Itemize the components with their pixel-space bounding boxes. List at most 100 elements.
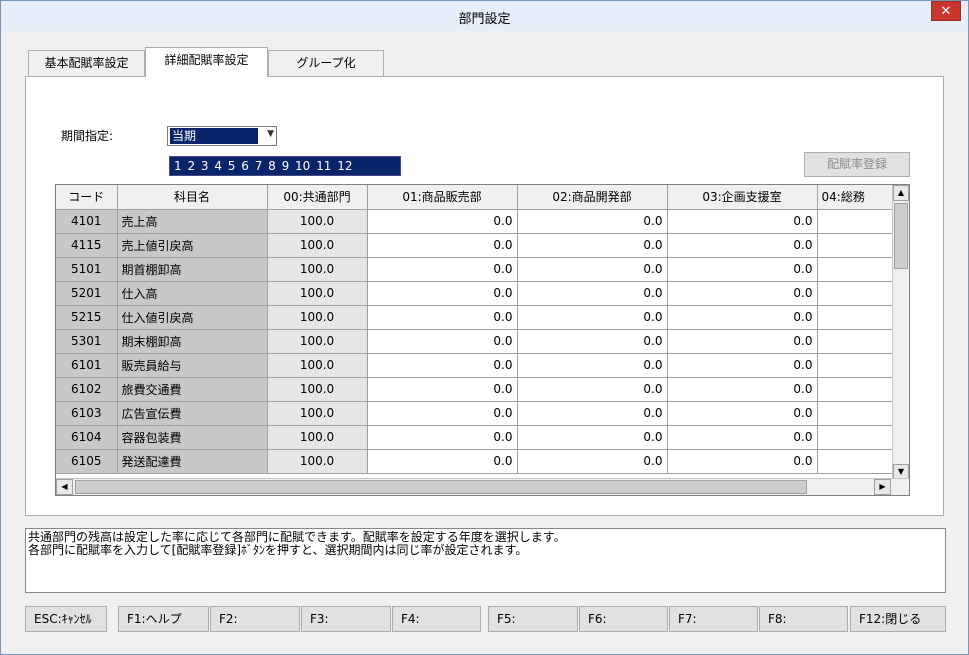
planning-dept-rate[interactable]: 0.0 [667, 209, 818, 234]
account-code: 6102 [56, 377, 118, 402]
common-dept-rate: 100.0 [267, 305, 368, 330]
f3-button[interactable]: F3: [301, 606, 391, 632]
dev-dept-rate[interactable]: 0.0 [517, 233, 668, 258]
account-code: 5201 [56, 281, 118, 306]
dev-dept-rate[interactable]: 0.0 [517, 449, 668, 474]
dev-dept-rate[interactable]: 0.0 [517, 425, 668, 450]
f12-close-button[interactable]: F12:閉じる [850, 606, 946, 632]
common-dept-rate: 100.0 [267, 257, 368, 282]
table-row: 6102 旅費交通費 100.0 0.0 0.0 0.0 [56, 377, 908, 402]
table-row: 4115 売上値引戻高 100.0 0.0 0.0 0.0 [56, 233, 908, 258]
common-dept-rate: 100.0 [267, 329, 368, 354]
planning-dept-rate[interactable]: 0.0 [667, 305, 818, 330]
planning-dept-rate[interactable]: 0.0 [667, 353, 818, 378]
account-code: 6101 [56, 353, 118, 378]
tab-basic-allocation[interactable]: 基本配賦率設定 [28, 50, 145, 76]
sales-dept-rate[interactable]: 0.0 [367, 425, 518, 450]
horizontal-scroll-thumb[interactable] [75, 480, 807, 494]
planning-dept-rate[interactable]: 0.0 [667, 281, 818, 306]
scroll-up-icon[interactable]: ▲ [893, 185, 909, 201]
account-name: 容器包装費 [117, 425, 268, 450]
account-code: 4101 [56, 209, 118, 234]
dev-dept-rate[interactable]: 0.0 [517, 353, 668, 378]
account-name: 売上値引戻高 [117, 233, 268, 258]
common-dept-rate: 100.0 [267, 401, 368, 426]
planning-dept-rate[interactable]: 0.0 [667, 377, 818, 402]
dev-dept-rate[interactable]: 0.0 [517, 305, 668, 330]
common-dept-rate: 100.0 [267, 353, 368, 378]
planning-dept-rate[interactable]: 0.0 [667, 233, 818, 258]
account-name: 販売員給与 [117, 353, 268, 378]
table-row: 6103 広告宣伝費 100.0 0.0 0.0 0.0 [56, 401, 908, 426]
table-row: 6104 容器包装費 100.0 0.0 0.0 0.0 [56, 425, 908, 450]
sales-dept-rate[interactable]: 0.0 [367, 209, 518, 234]
table-row: 5101 期首棚卸高 100.0 0.0 0.0 0.0 [56, 257, 908, 282]
month-selector[interactable]: 1 2 3 4 5 6 7 8 9 10 11 12 [169, 156, 401, 176]
common-dept-rate: 100.0 [267, 449, 368, 474]
table-row: 6105 発送配達費 100.0 0.0 0.0 0.0 [56, 449, 908, 474]
vertical-scroll-thumb[interactable] [894, 203, 908, 269]
sales-dept-rate[interactable]: 0.0 [367, 257, 518, 282]
planning-dept-rate[interactable]: 0.0 [667, 329, 818, 354]
table-row: 5201 仕入高 100.0 0.0 0.0 0.0 [56, 281, 908, 306]
scroll-right-icon[interactable]: ▶ [874, 479, 891, 495]
common-dept-rate: 100.0 [267, 425, 368, 450]
sales-dept-rate[interactable]: 0.0 [367, 377, 518, 402]
account-code: 6105 [56, 449, 118, 474]
planning-dept-rate[interactable]: 0.0 [667, 449, 818, 474]
account-name: 期末棚卸高 [117, 329, 268, 354]
f2-button[interactable]: F2: [210, 606, 300, 632]
grid-header-row: コード 科目名 00:共通部門 01:商品販売部 02:商品開発部 03:企画支… [56, 185, 908, 210]
dev-dept-rate[interactable]: 0.0 [517, 209, 668, 234]
dev-dept-rate[interactable]: 0.0 [517, 329, 668, 354]
sales-dept-rate[interactable]: 0.0 [367, 281, 518, 306]
scroll-left-icon[interactable]: ◀ [56, 479, 73, 495]
header-planning-dept: 03:企画支援室 [667, 185, 818, 210]
f7-button[interactable]: F7: [669, 606, 758, 632]
common-dept-rate: 100.0 [267, 281, 368, 306]
esc-cancel-button[interactable]: ESC:ｷｬﾝｾﾙ [25, 606, 107, 632]
f8-button[interactable]: F8: [759, 606, 848, 632]
sales-dept-rate[interactable]: 0.0 [367, 353, 518, 378]
close-button[interactable]: ✕ [931, 1, 961, 21]
horizontal-scrollbar[interactable]: ◀ ▶ [56, 478, 909, 495]
account-name: 旅費交通費 [117, 377, 268, 402]
dev-dept-rate[interactable]: 0.0 [517, 257, 668, 282]
title-bar: 部門設定 ✕ [1, 1, 968, 31]
window-title: 部門設定 [458, 12, 511, 27]
header-common-dept: 00:共通部門 [267, 185, 368, 210]
planning-dept-rate[interactable]: 0.0 [667, 425, 818, 450]
message-line-2: 各部門に配賦率を入力して[配賦率登録]ﾎﾞﾀﾝを押すと、選択期間内は同じ率が設定… [28, 543, 528, 557]
account-name: 仕入値引戻高 [117, 305, 268, 330]
vertical-scrollbar[interactable]: ▲ ▼ [892, 185, 909, 480]
chevron-down-icon[interactable]: ▼ [267, 129, 274, 139]
f5-button[interactable]: F5: [488, 606, 578, 632]
planning-dept-rate[interactable]: 0.0 [667, 257, 818, 282]
register-allocation-button[interactable]: 配賦率登録 [804, 152, 910, 177]
sales-dept-rate[interactable]: 0.0 [367, 233, 518, 258]
f4-button[interactable]: F4: [392, 606, 481, 632]
f1-help-button[interactable]: F1:ヘルプ [118, 606, 209, 632]
tab-detailed-allocation[interactable]: 詳細配賦率設定 [145, 47, 268, 77]
f6-button[interactable]: F6: [579, 606, 668, 632]
dev-dept-rate[interactable]: 0.0 [517, 401, 668, 426]
sales-dept-rate[interactable]: 0.0 [367, 305, 518, 330]
sales-dept-rate[interactable]: 0.0 [367, 449, 518, 474]
period-label: 期間指定: [61, 129, 114, 143]
planning-dept-rate[interactable]: 0.0 [667, 401, 818, 426]
tab-grouping[interactable]: グループ化 [268, 50, 384, 76]
period-select-value: 当期 [170, 128, 258, 144]
account-name: 広告宣伝費 [117, 401, 268, 426]
period-select[interactable]: 当期 ▼ [167, 126, 277, 146]
account-code: 6104 [56, 425, 118, 450]
header-sales-dept: 01:商品販売部 [367, 185, 518, 210]
account-code: 5301 [56, 329, 118, 354]
message-box: 共通部門の残高は設定した率に応じて各部門に配賦できます。配賦率を設定する年度を選… [25, 528, 946, 593]
dev-dept-rate[interactable]: 0.0 [517, 377, 668, 402]
sales-dept-rate[interactable]: 0.0 [367, 329, 518, 354]
header-dev-dept: 02:商品開発部 [517, 185, 668, 210]
account-code: 5215 [56, 305, 118, 330]
dev-dept-rate[interactable]: 0.0 [517, 281, 668, 306]
sales-dept-rate[interactable]: 0.0 [367, 401, 518, 426]
account-code: 6103 [56, 401, 118, 426]
